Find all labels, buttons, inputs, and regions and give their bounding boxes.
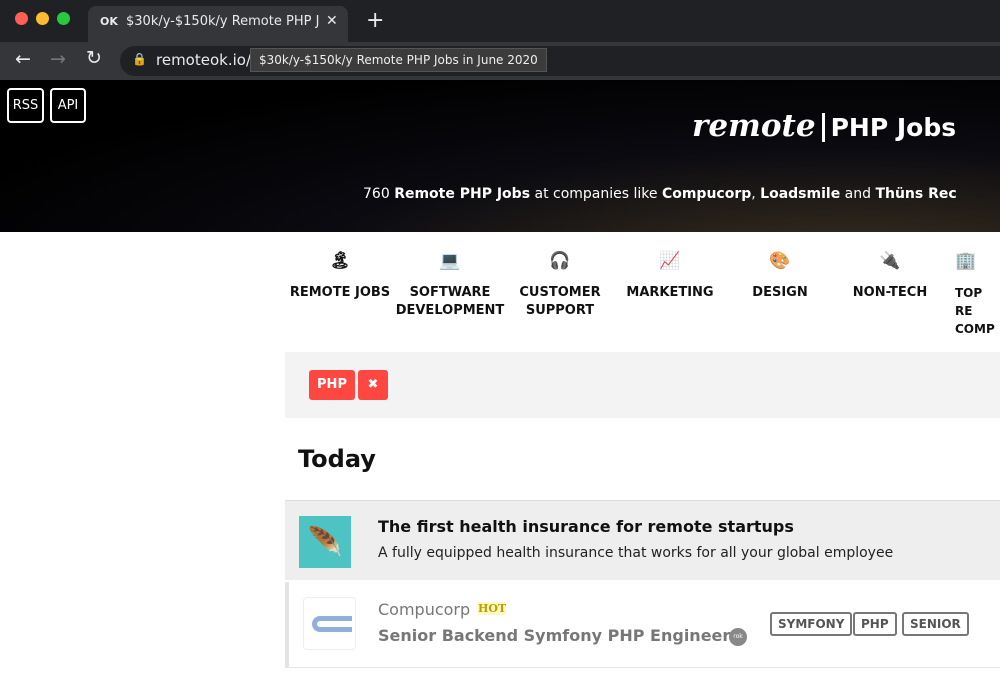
- nav-marketing[interactable]: 📈 MARKETING: [615, 252, 725, 302]
- tab-favicon: OK: [100, 15, 118, 28]
- nav-top-remote-companies[interactable]: 🏢 TOP RE COMP: [945, 252, 1000, 338]
- nav-label: NON-TECH: [852, 285, 928, 300]
- nav-non-tech[interactable]: 🔌 NON-TECH: [835, 252, 945, 302]
- url-text: remoteok.io/r: [156, 51, 258, 69]
- nav-label: MARKETING: [626, 285, 714, 300]
- headphones-icon: 🎧: [549, 251, 571, 271]
- tag-php[interactable]: PHP: [853, 612, 897, 636]
- chart-icon: 📈: [659, 251, 681, 271]
- nav-label: CUSTOMER SUPPORT: [519, 285, 601, 318]
- palette-icon: 🎨: [769, 251, 791, 271]
- forward-icon[interactable]: →: [50, 48, 66, 70]
- company-name[interactable]: Compucorp: [378, 600, 470, 619]
- building-icon: 🏢: [955, 251, 977, 271]
- ad-row[interactable]: 🪶 The first health insurance for remote …: [285, 500, 1000, 580]
- company-logo: [303, 597, 356, 650]
- hero-subtitle: 760 Remote PHP Jobs at companies like Co…: [363, 186, 957, 202]
- tab-bar: OK $30k/y-$150k/y Remote PHP J ✕ +: [0, 0, 1000, 42]
- tab-close-icon[interactable]: ✕: [326, 13, 338, 29]
- verified-icon: rok: [729, 628, 747, 646]
- job-count: 760: [363, 186, 390, 202]
- minimize-window-button[interactable]: [36, 12, 49, 25]
- company-link[interactable]: Loadsmile: [760, 186, 840, 202]
- nav-label: TOP RE COMP: [955, 286, 995, 336]
- nav-remote-jobs[interactable]: 🏝 REMOTE JOBS: [285, 252, 395, 302]
- remove-filter-icon[interactable]: ✖: [358, 370, 388, 400]
- nav-label: REMOTE JOBS: [289, 285, 391, 300]
- lock-icon: 🔒: [132, 52, 147, 66]
- maximize-window-button[interactable]: [57, 12, 70, 25]
- filter-bar: [285, 352, 1000, 418]
- new-tab-button[interactable]: +: [366, 8, 384, 33]
- company-link[interactable]: Compucorp: [662, 186, 751, 202]
- island-icon: 🏝: [329, 251, 351, 271]
- tag-symfony[interactable]: SYMFONY: [770, 612, 853, 636]
- logo-word: remote: [692, 108, 816, 144]
- reload-icon[interactable]: ↻: [86, 47, 102, 69]
- tooltip: $30k/y-$150k/y Remote PHP Jobs in June 2…: [250, 48, 547, 72]
- nav-customer-support[interactable]: 🎧 CUSTOMER SUPPORT: [505, 252, 615, 320]
- hot-badge: HOT: [478, 602, 507, 615]
- nav-software-development[interactable]: 💻 SOFTWARE DEVELOPMENT: [395, 252, 505, 320]
- section-heading: Today: [298, 445, 376, 473]
- close-window-button[interactable]: [15, 12, 28, 25]
- job-title[interactable]: Senior Backend Symfony PHP Engineer: [378, 626, 730, 645]
- api-button[interactable]: API: [50, 88, 86, 123]
- ad-title: The first health insurance for remote st…: [378, 517, 794, 536]
- rss-button[interactable]: RSS: [7, 88, 44, 123]
- hero-header: [0, 80, 1000, 232]
- tag-senior[interactable]: SENIOR: [902, 612, 969, 636]
- sub-bold: Remote PHP Jobs: [394, 186, 531, 202]
- ad-description: A fully equipped health insurance that w…: [378, 545, 894, 561]
- company-link[interactable]: Thüns Rec: [875, 186, 956, 202]
- tab-title: $30k/y-$150k/y Remote PHP J: [126, 14, 320, 29]
- nav-design[interactable]: 🎨 DESIGN: [725, 252, 835, 302]
- plug-icon: 🔌: [879, 251, 901, 271]
- feather-icon: 🪶: [299, 516, 351, 568]
- back-icon[interactable]: ←: [15, 48, 31, 70]
- nav-label: DESIGN: [752, 285, 808, 300]
- laptop-icon: 💻: [439, 251, 461, 271]
- logo[interactable]: remote PHP Jobs: [692, 108, 992, 144]
- filter-tag-php[interactable]: PHP: [309, 370, 355, 400]
- nav-label: SOFTWARE DEVELOPMENT: [395, 285, 505, 318]
- sub-and: and: [844, 186, 871, 202]
- compucorp-logo-icon: [312, 616, 352, 632]
- browser-tab[interactable]: OK $30k/y-$150k/y Remote PHP J ✕: [88, 6, 348, 42]
- logo-suffix: PHP Jobs: [821, 113, 957, 142]
- sub-mid: at companies like: [534, 186, 658, 202]
